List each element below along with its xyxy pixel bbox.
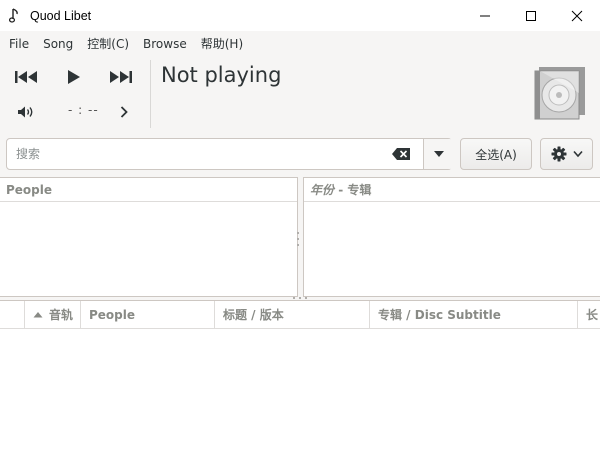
gear-icon [551, 146, 566, 162]
chevron-down-icon [572, 150, 583, 158]
now-playing-status: Not playing [161, 63, 282, 87]
volume-icon [18, 106, 33, 118]
title-bar: Quod Libet [0, 0, 600, 31]
close-button[interactable] [554, 0, 600, 31]
sort-ascending-icon [33, 312, 43, 318]
menu-control[interactable]: 控制(C) [80, 35, 136, 52]
people-pane[interactable]: People [0, 177, 298, 297]
column-header-status[interactable] [0, 301, 25, 329]
backspace-clear-icon [392, 148, 410, 160]
menu-help[interactable]: 帮助(H) [194, 35, 250, 52]
column-header-album[interactable]: 专辑 / Disc Subtitle [370, 301, 578, 329]
menu-song[interactable]: Song [36, 37, 80, 51]
column-header-length[interactable]: 长 [578, 301, 600, 329]
chevron-right-icon [120, 106, 128, 118]
year-album-pane-header[interactable]: 年份 - 专辑 [304, 178, 600, 202]
elapsed-time: - : -- [68, 103, 99, 117]
column-header-track[interactable]: 音轨 [25, 301, 81, 329]
maximize-icon [526, 10, 536, 21]
album-cover[interactable] [531, 63, 589, 123]
seek-forward-button[interactable] [117, 104, 131, 120]
chevron-down-icon [433, 151, 444, 157]
select-all-button[interactable]: 全选(A) [460, 138, 532, 170]
play-button[interactable] [64, 67, 84, 87]
minimize-button[interactable] [462, 0, 508, 31]
controls-separator [150, 60, 151, 128]
app-logo-icon [8, 7, 22, 24]
menu-bar: File Song 控制(C) Browse 帮助(H) [0, 31, 600, 56]
close-icon [571, 10, 583, 21]
previous-button[interactable] [14, 68, 40, 86]
search-history-dropdown[interactable] [423, 139, 453, 169]
cd-case-icon [534, 67, 585, 120]
next-button[interactable] [107, 68, 133, 86]
search-input[interactable] [7, 139, 417, 169]
column-header-title[interactable]: 标题 / 版本 [215, 301, 370, 329]
song-list[interactable]: 音轨 People 标题 / 版本 专辑 / Disc Subtitle 长 [0, 300, 600, 460]
pane-splitter-handle[interactable] [297, 232, 300, 246]
clear-search-button[interactable] [391, 146, 411, 162]
play-icon [68, 70, 80, 84]
skip-next-icon [110, 71, 132, 83]
search-bar [6, 138, 453, 170]
menu-file[interactable]: File [2, 37, 36, 51]
minimize-icon [480, 15, 490, 16]
volume-button[interactable] [16, 103, 36, 121]
window-title: Quod Libet [30, 8, 92, 23]
people-pane-header[interactable]: People [0, 178, 297, 202]
menu-browse[interactable]: Browse [136, 37, 194, 51]
column-header-people[interactable]: People [81, 301, 215, 329]
year-album-pane[interactable]: 年份 - 专辑 [303, 177, 600, 297]
skip-previous-icon [15, 71, 37, 83]
settings-menu-button[interactable] [540, 138, 593, 170]
maximize-button[interactable] [508, 0, 554, 31]
